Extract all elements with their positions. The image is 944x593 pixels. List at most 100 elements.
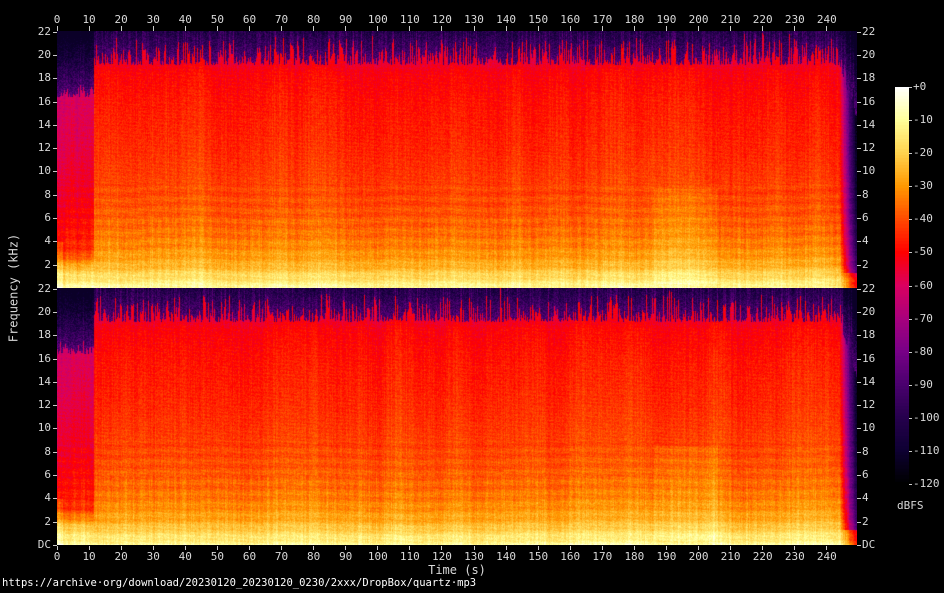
time-tick-label-bottom: 10 — [82, 550, 96, 563]
freq-tick-right — [857, 359, 861, 360]
time-tick-top — [56, 26, 58, 31]
time-tick-label-top: 220 — [752, 13, 773, 26]
freq-tick-label-left: 20 — [37, 47, 51, 61]
colorbar-tick — [909, 385, 912, 386]
colorbar-tick-label: -80 — [913, 344, 933, 358]
time-tick-label-top: 190 — [656, 13, 677, 26]
freq-tick-right — [857, 148, 861, 149]
freq-tick-label-right: 4 — [862, 234, 869, 248]
freq-tick-label-left: 16 — [37, 94, 51, 108]
time-tick-top — [505, 26, 507, 31]
freq-tick-right — [857, 545, 861, 546]
colorbar-tick — [909, 484, 912, 485]
freq-tick-label-right: 2 — [862, 257, 869, 271]
freq-tick-left — [53, 312, 57, 313]
time-tick-label-bottom: 210 — [720, 550, 741, 563]
time-tick-top — [345, 26, 347, 31]
freq-tick-left — [53, 55, 57, 56]
freq-tick-right — [857, 452, 861, 453]
time-tick-top — [762, 26, 764, 31]
colorbar-tick — [909, 286, 912, 287]
time-tick-label-top: 120 — [431, 13, 452, 26]
freq-tick-left — [53, 522, 57, 523]
time-tick-label-bottom: 170 — [592, 550, 613, 563]
time-tick-label-bottom: 230 — [784, 550, 805, 563]
time-axis-title: Time (s) — [428, 563, 486, 577]
time-tick-top — [473, 26, 475, 31]
freq-tick-label-left: 2 — [44, 514, 51, 528]
colorbar-tick-label: -110 — [913, 443, 940, 457]
colorbar-tick-label: -120 — [913, 477, 940, 490]
spectrogram-figure: Frequency (kHz) Time (s) dBFS https://ar… — [0, 0, 944, 593]
time-tick-top — [665, 26, 667, 31]
freq-tick-left — [53, 78, 57, 79]
freq-tick-label-right: 22 — [862, 24, 876, 38]
freq-tick-label-right: 16 — [862, 94, 876, 108]
time-tick-label-top: 230 — [784, 13, 805, 26]
freq-tick-right — [857, 218, 861, 219]
freq-tick-label-right: 10 — [862, 164, 876, 178]
freq-tick-right — [857, 55, 861, 56]
spectrogram-channel-1-canvas — [57, 31, 857, 288]
time-tick-label-top: 0 — [53, 13, 61, 26]
time-tick-label-bottom: 220 — [752, 550, 773, 563]
freq-tick-label-left: 14 — [37, 117, 51, 131]
freq-tick-label-right: 16 — [862, 351, 876, 365]
colorbar-tick — [909, 418, 912, 419]
time-tick-label-bottom: 70 — [274, 550, 289, 563]
time-tick-label-top: 30 — [146, 13, 160, 26]
time-tick-top — [794, 26, 796, 31]
time-tick-label-bottom: 110 — [399, 550, 420, 563]
freq-tick-label-right: DC — [862, 538, 876, 551]
freq-tick-left — [53, 382, 57, 383]
freq-tick-right — [857, 405, 861, 406]
freq-tick-label-right: 10 — [862, 421, 876, 435]
source-url-caption: https://archive·org/download/20230120_20… — [2, 577, 477, 589]
freq-tick-label-right: 22 — [862, 281, 876, 295]
time-tick-label-top: 50 — [210, 13, 224, 26]
freq-tick-left — [53, 265, 57, 266]
freq-tick-label-left: 16 — [37, 351, 51, 365]
freq-tick-label-right: 6 — [862, 211, 869, 225]
colorbar-tick-label: -100 — [913, 410, 940, 424]
freq-tick-label-right: 8 — [862, 187, 869, 201]
time-tick-label-bottom: 80 — [306, 550, 321, 563]
time-tick-label-top: 130 — [464, 13, 484, 26]
colorbar-tick — [909, 451, 912, 452]
freq-tick-label-right: 18 — [862, 328, 876, 342]
time-tick-top — [601, 26, 603, 31]
time-tick-label-top: 80 — [306, 13, 321, 26]
time-tick-label-top: 90 — [339, 13, 353, 26]
time-tick-label-bottom: 50 — [210, 550, 224, 563]
freq-tick-label-left: 12 — [37, 141, 51, 155]
freq-tick-label-left: 8 — [44, 444, 51, 458]
time-tick-top — [313, 26, 315, 31]
freq-tick-left — [53, 335, 57, 336]
time-tick-label-bottom: 120 — [431, 550, 452, 563]
time-tick-top — [88, 26, 90, 31]
freq-tick-right — [857, 475, 861, 476]
time-tick-label-bottom: 30 — [146, 550, 160, 563]
time-tick-label-bottom: 190 — [656, 550, 677, 563]
colorbar-tick-label: -20 — [913, 146, 933, 160]
freq-tick-label-right: 20 — [862, 304, 876, 318]
colorbar-tick — [909, 87, 912, 88]
time-tick-label-bottom: 160 — [560, 550, 581, 563]
freq-tick-right — [857, 335, 861, 336]
time-tick-label-top: 20 — [114, 13, 128, 26]
time-tick-label-top: 200 — [688, 13, 709, 26]
freq-tick-label-left: 22 — [37, 281, 51, 295]
freq-tick-right — [857, 382, 861, 383]
time-tick-top — [537, 26, 539, 31]
freq-tick-left — [53, 498, 57, 499]
colorbar-tick — [909, 352, 912, 353]
freq-tick-left — [53, 452, 57, 453]
time-tick-top — [698, 26, 700, 31]
freq-tick-left — [53, 428, 57, 429]
time-tick-top — [216, 26, 218, 31]
time-tick-label-top: 140 — [496, 13, 516, 26]
colorbar-tick-label: -90 — [913, 377, 933, 391]
time-tick-label-bottom: 150 — [528, 550, 549, 563]
freq-tick-label-right: 12 — [862, 398, 876, 412]
freq-tick-label-left: 8 — [44, 187, 51, 201]
